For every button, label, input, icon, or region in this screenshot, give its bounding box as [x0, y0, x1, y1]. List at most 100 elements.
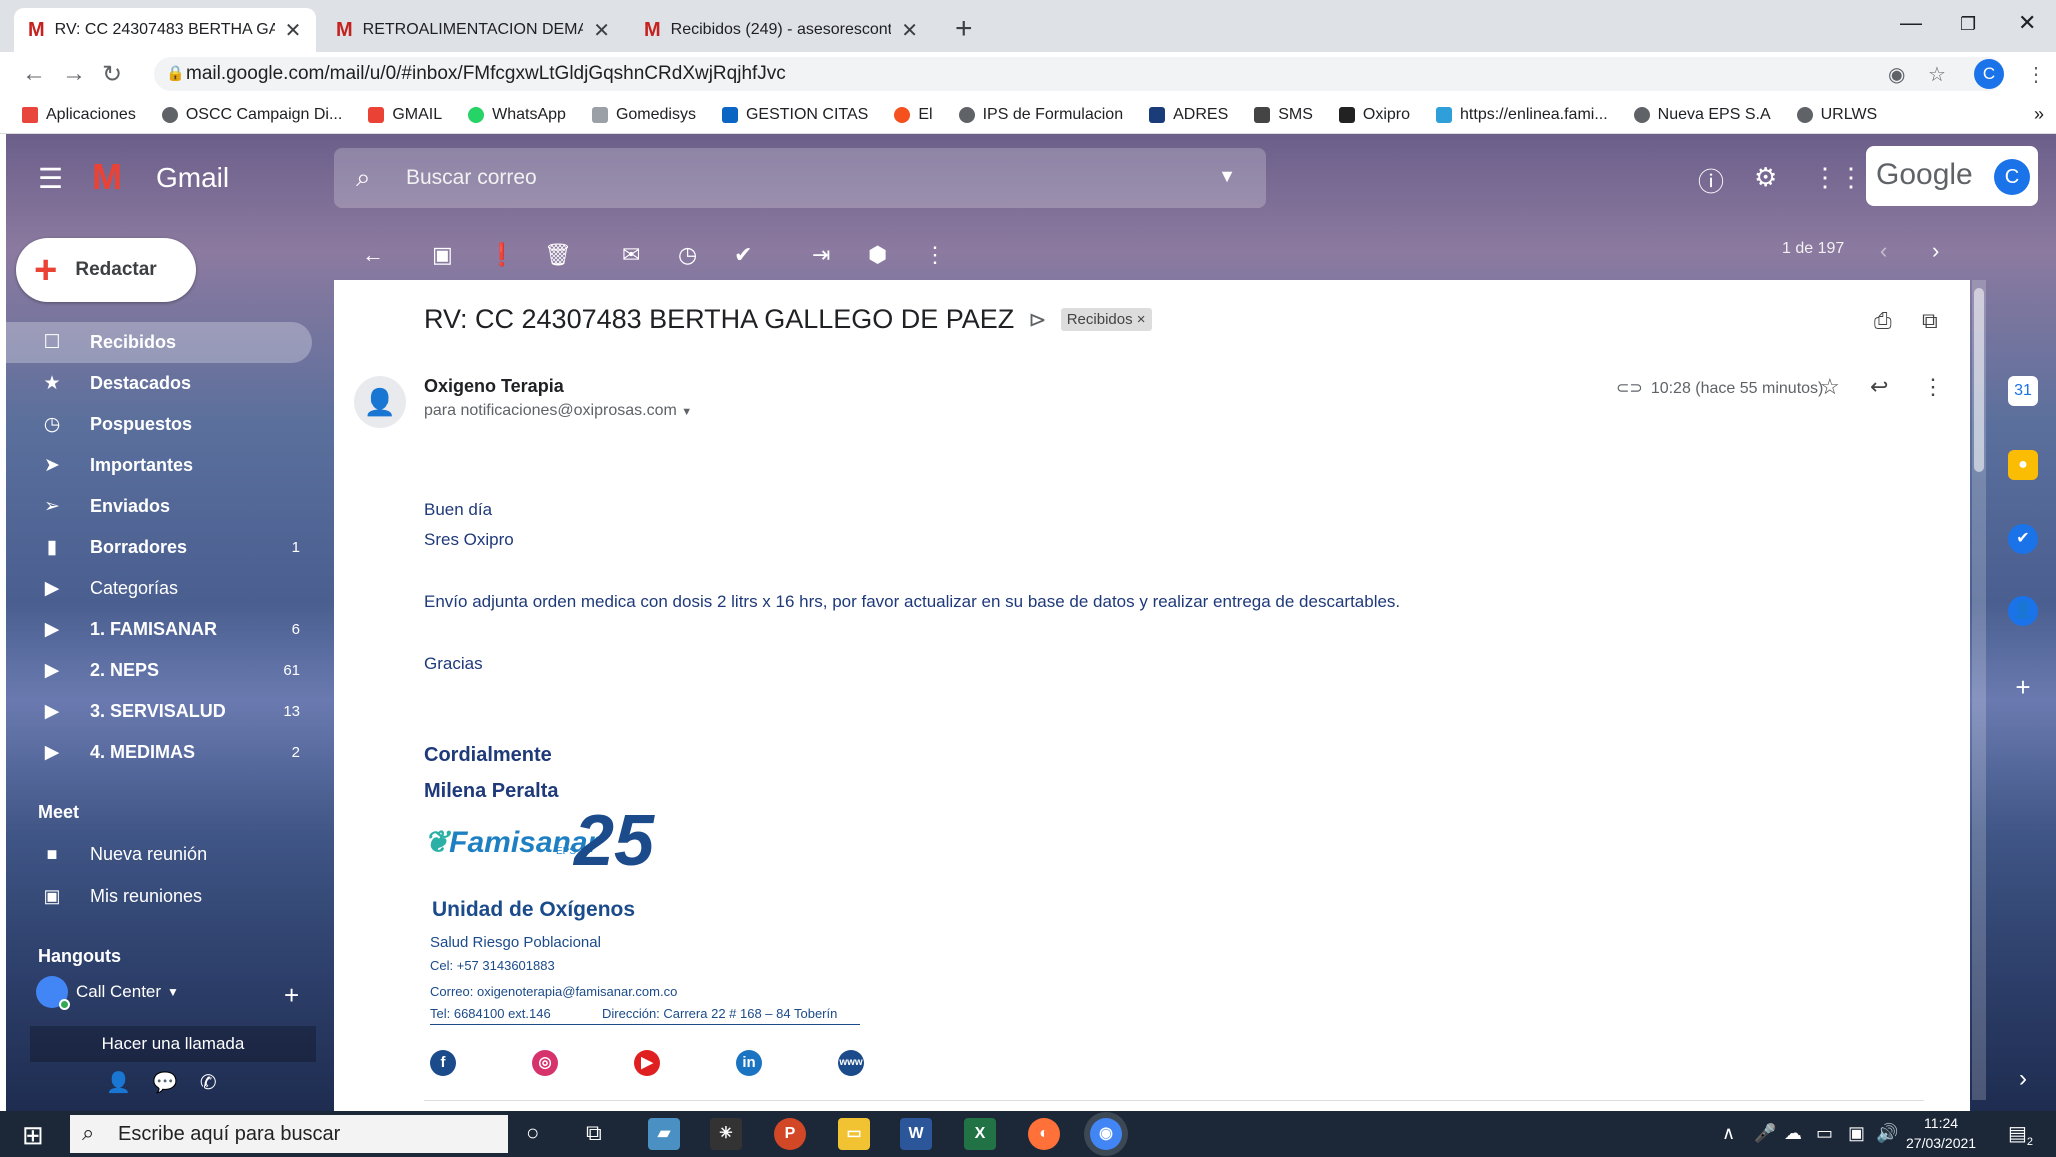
account-avatar[interactable]: C [1994, 159, 2030, 195]
microphone-icon[interactable]: 🎤 [1754, 1123, 1776, 1144]
firefox-icon[interactable]: ◐ [1028, 1118, 1060, 1150]
bookmarks-more-icon[interactable]: » [2034, 104, 2044, 125]
gmail-brand[interactable]: Gmail [156, 162, 229, 194]
powerpoint-icon[interactable]: P [774, 1118, 806, 1150]
back-icon[interactable]: ← [22, 60, 46, 88]
help-icon[interactable]: ⓘ [1698, 162, 1724, 199]
instagram-icon[interactable]: ◎ [532, 1050, 558, 1076]
bookmark-item[interactable]: https://enlinea.fami... [1436, 106, 1608, 124]
gmail-logo-icon[interactable]: M [92, 156, 122, 198]
restore-icon[interactable]: ❐ [1960, 14, 1976, 35]
remove-label-icon[interactable]: × [1137, 311, 1146, 328]
my-meetings-item[interactable]: ▣ Mis reuniones [40, 886, 202, 907]
eye-icon[interactable]: ◉ [1888, 62, 1905, 87]
add-task-icon[interactable]: ✔ [734, 242, 752, 268]
taskbar-search[interactable]: ⌕ Escribe aquí para buscar [70, 1115, 508, 1153]
phone-icon[interactable]: ✆ [200, 1070, 217, 1095]
sidebar-item-starred[interactable]: ★ Destacados [6, 363, 336, 404]
notes-app-icon[interactable]: ▰ [648, 1118, 680, 1150]
tasks-icon[interactable]: ✔ [2008, 524, 2038, 554]
prev-page-icon[interactable]: ‹ [1880, 238, 1887, 264]
tray-overflow-icon[interactable]: ∧ [1722, 1123, 1735, 1144]
add-addon-icon[interactable]: + [2008, 672, 2038, 702]
sidebar-item-categories[interactable]: ▶ Categorías [6, 568, 336, 609]
chrome-icon[interactable]: ◉ [1090, 1118, 1122, 1150]
new-tab-icon[interactable]: + [955, 12, 973, 46]
sidebar-item-neps[interactable]: ▶ 2. NEPS 61 [6, 650, 336, 691]
move-to-icon[interactable]: ⇥ [812, 242, 830, 268]
bookmark-apps[interactable]: Aplicaciones [22, 106, 136, 124]
keep-icon[interactable]: ● [2008, 450, 2038, 480]
linkedin-icon[interactable]: in [736, 1050, 762, 1076]
url-field[interactable]: 🔒 mail.google.com/mail/u/0/#inbox/FMfcgx… [154, 57, 2004, 91]
bookmark-item[interactable]: OSCC Campaign Di... [161, 106, 342, 124]
network-icon[interactable]: ▣ [1848, 1123, 1865, 1144]
make-call-button[interactable]: Hacer una llamada [30, 1026, 316, 1062]
reply-icon[interactable]: ↩ [1870, 374, 1888, 400]
task-view-icon[interactable]: ⧉ [586, 1120, 602, 1146]
hangouts-user[interactable]: Call Center ▼ [36, 976, 179, 1010]
browser-tab[interactable]: M RETROALIMENTACION DEMANDA ✕ [322, 8, 624, 52]
bookmark-item[interactable]: WhatsApp [468, 106, 566, 124]
sender-name[interactable]: Oxigeno Terapia [424, 376, 564, 397]
snooze-icon[interactable]: ◷ [678, 242, 697, 268]
file-explorer-icon[interactable]: ▭ [838, 1118, 870, 1150]
bookmark-item[interactable]: GESTION CITAS [721, 106, 868, 124]
minimize-icon[interactable]: — [1900, 10, 1922, 36]
label-tag-icon[interactable]: ⬢ [868, 242, 887, 268]
browser-tab-active[interactable]: M RV: CC 24307483 BERTHA GALLEGO DE PAEZ… [14, 8, 316, 52]
bookmark-item[interactable]: Oxipro [1338, 106, 1410, 124]
contacts-icon[interactable]: 👤 [2008, 596, 2038, 626]
label-chip[interactable]: Recibidos × [1060, 308, 1152, 331]
bookmark-item[interactable]: GMAIL [368, 106, 442, 124]
bookmark-item[interactable]: SMS [1254, 106, 1313, 124]
new-meeting-item[interactable]: ■ Nueva reunión [40, 844, 208, 865]
chevron-down-icon[interactable]: ▼ [681, 406, 692, 418]
battery-icon[interactable]: ▭ [1816, 1123, 1833, 1144]
expand-panel-icon[interactable]: › [2008, 1064, 2038, 1094]
sidebar-item-inbox[interactable]: ☐ Recibidos [6, 322, 312, 363]
facebook-icon[interactable]: f [430, 1050, 456, 1076]
word-icon[interactable]: W [900, 1118, 932, 1150]
search-options-icon[interactable]: ▼ [1218, 166, 1236, 187]
signature-email[interactable]: Correo: oxigenoterapia@famisanar.com.co [430, 984, 677, 999]
close-icon[interactable]: ✕ [285, 18, 302, 43]
sidebar-item-medimas[interactable]: ▶ 4. MEDIMAS 2 [6, 732, 336, 773]
onedrive-icon[interactable]: ☁ [1784, 1123, 1802, 1144]
bookmark-item[interactable]: Nueva EPS S.A [1633, 106, 1771, 124]
print-icon[interactable]: ⎙ [1874, 308, 1892, 334]
notifications-icon[interactable]: ▤2 [2008, 1121, 2033, 1148]
important-marker-icon[interactable]: ⊳ [1028, 307, 1046, 333]
contacts-icon[interactable]: 👤 [106, 1070, 131, 1095]
more-options-icon[interactable]: ⋮ [1922, 374, 1944, 400]
sidebar-item-famisanar[interactable]: ▶ 1. FAMISANAR 6 [6, 609, 336, 650]
more-options-icon[interactable]: ⋮ [924, 242, 946, 268]
close-icon[interactable]: ✕ [593, 18, 610, 43]
forward-icon[interactable]: → [62, 60, 86, 88]
open-new-window-icon[interactable]: ⧉ [1922, 308, 1938, 334]
scrollbar-thumb[interactable] [1974, 288, 1984, 472]
cortana-icon[interactable]: ○ [526, 1120, 539, 1146]
bookmark-star-icon[interactable]: ☆ [1928, 62, 1946, 87]
profile-avatar[interactable]: C [1974, 59, 2004, 89]
star-icon[interactable]: ☆ [1820, 374, 1840, 400]
main-menu-icon[interactable]: ☰ [38, 162, 63, 195]
reload-icon[interactable]: ↻ [102, 60, 122, 89]
close-icon[interactable]: ✕ [901, 18, 918, 43]
bookmark-item[interactable]: IPS de Formulacion [958, 106, 1123, 124]
bookmark-item[interactable]: El [894, 106, 933, 124]
sidebar-item-snoozed[interactable]: ◷ Pospuestos [6, 404, 336, 445]
website-icon[interactable]: www [838, 1050, 864, 1076]
youtube-icon[interactable]: ▶ [634, 1050, 660, 1076]
settings-gear-icon[interactable]: ⚙ [1754, 162, 1777, 193]
add-contact-icon[interactable]: + [284, 980, 299, 1011]
menu-icon[interactable]: ⋮ [2026, 62, 2046, 87]
compose-button[interactable]: + Redactar [16, 238, 196, 302]
windows-start-icon[interactable]: ⊞ [22, 1120, 44, 1151]
sidebar-item-drafts[interactable]: ▮ Borradores 1 [6, 527, 336, 568]
next-page-icon[interactable]: › [1932, 238, 1939, 264]
sidebar-item-important[interactable]: ➤ Importantes [6, 445, 336, 486]
search-input[interactable] [406, 162, 1186, 194]
excel-icon[interactable]: X [964, 1118, 996, 1150]
sidebar-item-sent[interactable]: ➢ Enviados [6, 486, 336, 527]
